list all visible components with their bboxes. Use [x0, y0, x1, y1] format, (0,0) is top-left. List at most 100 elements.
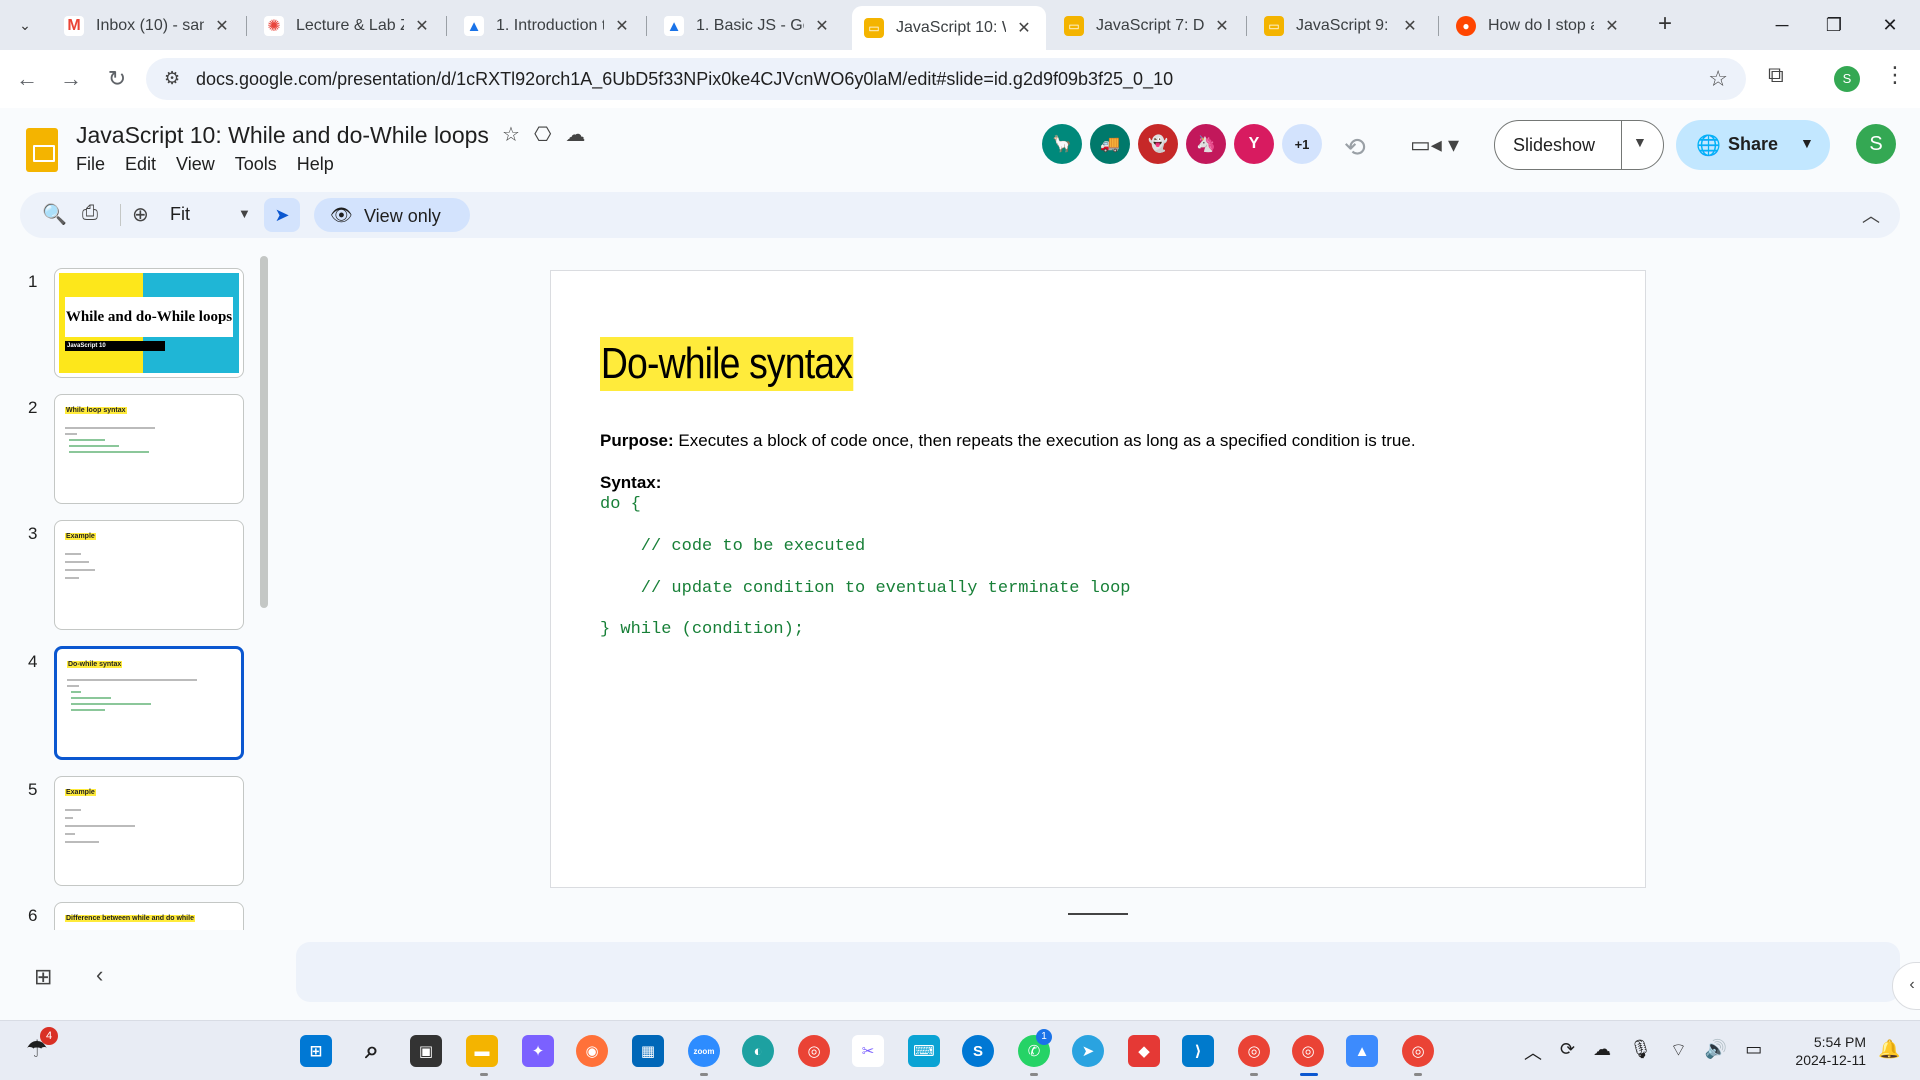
llama-avatar-icon[interactable]: 🦙 — [1042, 124, 1082, 164]
telegram-icon[interactable]: ➤ — [1072, 1035, 1104, 1067]
close-tab-icon[interactable]: ✕ — [1602, 16, 1622, 36]
vscode-icon[interactable]: ⟩ — [1182, 1035, 1214, 1067]
account-avatar[interactable]: S — [1856, 124, 1896, 164]
edge-icon[interactable]: ◐ — [742, 1035, 774, 1067]
zoom-app-icon[interactable]: zoom — [688, 1035, 720, 1067]
clock[interactable]: 5:54 PM 2024-12-11 — [1782, 1033, 1866, 1069]
browser-tab-3[interactable]: ▲ 1. Introduction t ✕ — [452, 8, 644, 44]
battery-icon[interactable]: ▭ — [1745, 1039, 1762, 1065]
unicorn-avatar-icon[interactable]: 🦄 — [1186, 124, 1226, 164]
version-history-icon[interactable]: ⟲ — [1344, 132, 1366, 163]
browser-tab-2[interactable]: ✺ Lecture & Lab Zo ✕ — [252, 8, 444, 44]
minimize-icon[interactable]: ─ — [1754, 8, 1810, 42]
photos-icon[interactable]: ▲ — [1346, 1035, 1378, 1067]
task-view-icon[interactable]: ▣ — [410, 1035, 442, 1067]
file-explorer-icon[interactable]: ▬ — [466, 1035, 498, 1067]
volume-icon[interactable]: 🔊 — [1705, 1039, 1727, 1065]
slides-logo-icon[interactable] — [26, 128, 58, 172]
share-dropdown-icon[interactable]: ▼ — [1800, 135, 1814, 151]
browser-tab-7[interactable]: ▭ JavaScript 9: For ✕ — [1252, 8, 1432, 44]
view-only-mode[interactable]: 👁 View only — [314, 198, 470, 232]
grid-view-icon[interactable]: ⊞ — [34, 964, 52, 990]
share-button[interactable]: 🌐 Share ▼ — [1676, 120, 1830, 170]
cloud-status-icon[interactable]: ☁ — [565, 122, 585, 147]
document-title[interactable]: JavaScript 10: While and do-While loops — [76, 122, 489, 149]
browser-profile-avatar[interactable]: S — [1834, 66, 1860, 92]
menu-tools[interactable]: Tools — [235, 154, 277, 175]
filmstrip-scrollbar[interactable] — [260, 256, 268, 608]
browser-tab-4[interactable]: ▲ 1. Basic JS - Goo ✕ — [652, 8, 844, 44]
close-tab-icon[interactable]: ✕ — [412, 16, 432, 36]
chrome-active-icon[interactable]: ◎ — [1292, 1035, 1324, 1067]
menu-file[interactable]: File — [76, 154, 105, 175]
zoom-dropdown-icon[interactable]: ▼ — [238, 206, 251, 221]
sync-icon[interactable]: ⟳ — [1560, 1039, 1575, 1065]
print-icon[interactable]: ⎙ — [82, 202, 98, 225]
close-tab-icon[interactable]: ✕ — [812, 16, 832, 36]
browser-tab-5-active[interactable]: ▭ JavaScript 10: Wh ✕ — [852, 6, 1046, 50]
browser-tab-6[interactable]: ▭ JavaScript 7: Deb ✕ — [1052, 8, 1244, 44]
slide-thumbnail-6[interactable]: Difference between while and do while — [54, 902, 244, 930]
url-text[interactable]: docs.google.com/presentation/d/1cRXTl92o… — [196, 69, 1173, 90]
tab-search-chevron-icon[interactable]: ⌄ — [10, 10, 40, 40]
anydesk-icon[interactable]: ◆ — [1128, 1035, 1160, 1067]
collapse-filmstrip-icon[interactable]: ‹ — [96, 962, 103, 988]
site-info-icon[interactable]: ⚙ — [164, 68, 180, 89]
keyboard-app-icon[interactable]: ⌨ — [908, 1035, 940, 1067]
slideshow-dropdown-icon[interactable]: ▼ — [1633, 134, 1647, 150]
chrome-profile-s-icon[interactable]: ◎ — [1402, 1035, 1434, 1067]
star-icon[interactable]: ☆ — [502, 122, 520, 147]
browser-tab-8[interactable]: ● How do I stop ar ✕ — [1444, 8, 1634, 44]
start-windows-icon[interactable]: ⊞ — [300, 1035, 332, 1067]
copilot-icon[interactable]: ✦ — [522, 1035, 554, 1067]
menu-view[interactable]: View — [176, 154, 215, 175]
bookmark-star-icon[interactable]: ☆ — [1708, 66, 1728, 92]
forward-icon[interactable]: → — [54, 62, 88, 96]
slide-thumbnail-2[interactable]: While loop syntax — [54, 394, 244, 504]
extensions-puzzle-icon[interactable]: ⧉ — [1768, 62, 1784, 88]
menu-help[interactable]: Help — [297, 154, 334, 175]
onedrive-cloud-icon[interactable]: ☁ — [1593, 1039, 1611, 1065]
close-window-icon[interactable]: ✕ — [1862, 8, 1918, 42]
restore-icon[interactable]: ❐ — [1806, 8, 1862, 42]
wifi-icon[interactable]: ⌔ — [1670, 1039, 1687, 1065]
notification-bell-icon[interactable]: 🔔 — [1878, 1039, 1900, 1060]
meet-camera-icon[interactable]: ▭◂ ▾ — [1410, 132, 1459, 158]
close-tab-icon[interactable]: ✕ — [1014, 18, 1034, 38]
close-tab-icon[interactable]: ✕ — [212, 16, 232, 36]
select-cursor-icon[interactable]: ➤ — [264, 198, 300, 232]
browser-tab-1[interactable]: M Inbox (10) - sam ✕ — [52, 8, 244, 44]
move-to-drive-icon[interactable]: ⎔ — [534, 122, 551, 147]
close-tab-icon[interactable]: ✕ — [1400, 16, 1420, 36]
truck-avatar-icon[interactable]: 🚚 — [1090, 124, 1130, 164]
search-icon[interactable]: ⌕ — [356, 1035, 388, 1067]
snipping-tool-icon[interactable]: ✂ — [852, 1035, 884, 1067]
search-icon[interactable]: 🔍 — [42, 202, 67, 227]
skype-icon[interactable]: S — [962, 1035, 994, 1067]
browser-menu-icon[interactable]: ⋮ — [1884, 62, 1906, 88]
slideshow-button[interactable]: Slideshow ▼ — [1494, 120, 1664, 170]
zoom-select[interactable]: Fit — [170, 204, 190, 225]
slide-thumbnail-4-selected[interactable]: Do-while syntax — [54, 646, 244, 760]
zoom-icon[interactable]: ⊕ — [132, 202, 149, 227]
speaker-notes[interactable] — [296, 942, 1900, 1002]
address-bar[interactable]: ⚙ docs.google.com/presentation/d/1cRXTl9… — [146, 58, 1746, 100]
menu-edit[interactable]: Edit — [125, 154, 156, 175]
close-tab-icon[interactable]: ✕ — [612, 16, 632, 36]
more-collaborators[interactable]: +1 — [1282, 124, 1322, 164]
slide-resize-handle[interactable] — [1068, 913, 1128, 915]
chevron-up-icon[interactable]: ︿ — [1524, 1039, 1542, 1065]
reload-icon[interactable]: ↻ — [100, 62, 134, 96]
microphone-icon[interactable]: 🎙 — [1629, 1039, 1652, 1065]
slide-thumbnail-1[interactable]: While and do-While loops JavaScript 10 — [54, 268, 244, 378]
chrome-profile-icon[interactable]: ◎ — [1238, 1035, 1270, 1067]
ghost-avatar-icon[interactable]: 👻 — [1138, 124, 1178, 164]
collapse-toolbar-icon[interactable]: ︿ — [1862, 202, 1880, 228]
slide-thumbnail-5[interactable]: Example — [54, 776, 244, 886]
new-tab-icon[interactable]: + — [1650, 10, 1680, 40]
firefox-icon[interactable]: ◉ — [576, 1035, 608, 1067]
back-icon[interactable]: ← — [10, 62, 44, 96]
chrome-icon[interactable]: ◎ — [798, 1035, 830, 1067]
collaborator-avatar-y[interactable]: Y — [1234, 124, 1274, 164]
slide-thumbnail-3[interactable]: Example — [54, 520, 244, 630]
